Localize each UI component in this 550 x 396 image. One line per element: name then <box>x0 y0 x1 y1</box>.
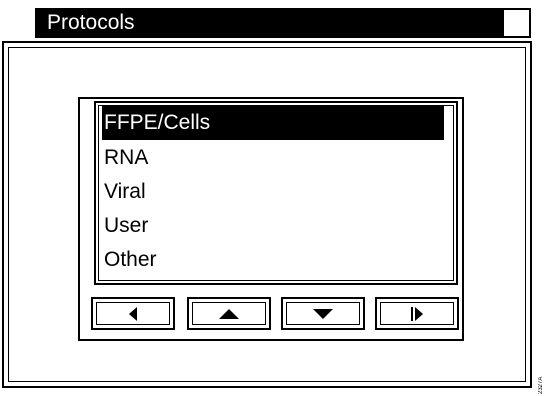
list-item-viral[interactable]: Viral <box>102 175 146 209</box>
triangle-left-icon <box>129 306 137 321</box>
triangle-up-icon <box>219 308 239 319</box>
title-bar: Protocols <box>35 8 531 38</box>
triangle-down-icon <box>313 308 333 319</box>
figure-tag: 2327A <box>538 376 544 394</box>
list-item-ffpe-cells[interactable]: FFPE/Cells <box>102 106 444 140</box>
scroll-down-button[interactable] <box>281 297 365 330</box>
scroll-up-button[interactable] <box>187 297 271 330</box>
list-item-user[interactable]: User <box>102 209 148 243</box>
bar-triangle-right-icon <box>411 306 423 321</box>
protocol-list[interactable]: FFPE/Cells RNA Viral User Other <box>94 101 458 285</box>
protocols-screen: Protocols FFPE/Cells RNA Viral User Othe… <box>0 0 550 396</box>
list-item-rna[interactable]: RNA <box>102 141 148 175</box>
window-title: Protocols <box>37 10 504 36</box>
next-button[interactable] <box>375 297 459 330</box>
previous-button[interactable] <box>91 297 175 330</box>
list-item-other[interactable]: Other <box>102 243 157 277</box>
